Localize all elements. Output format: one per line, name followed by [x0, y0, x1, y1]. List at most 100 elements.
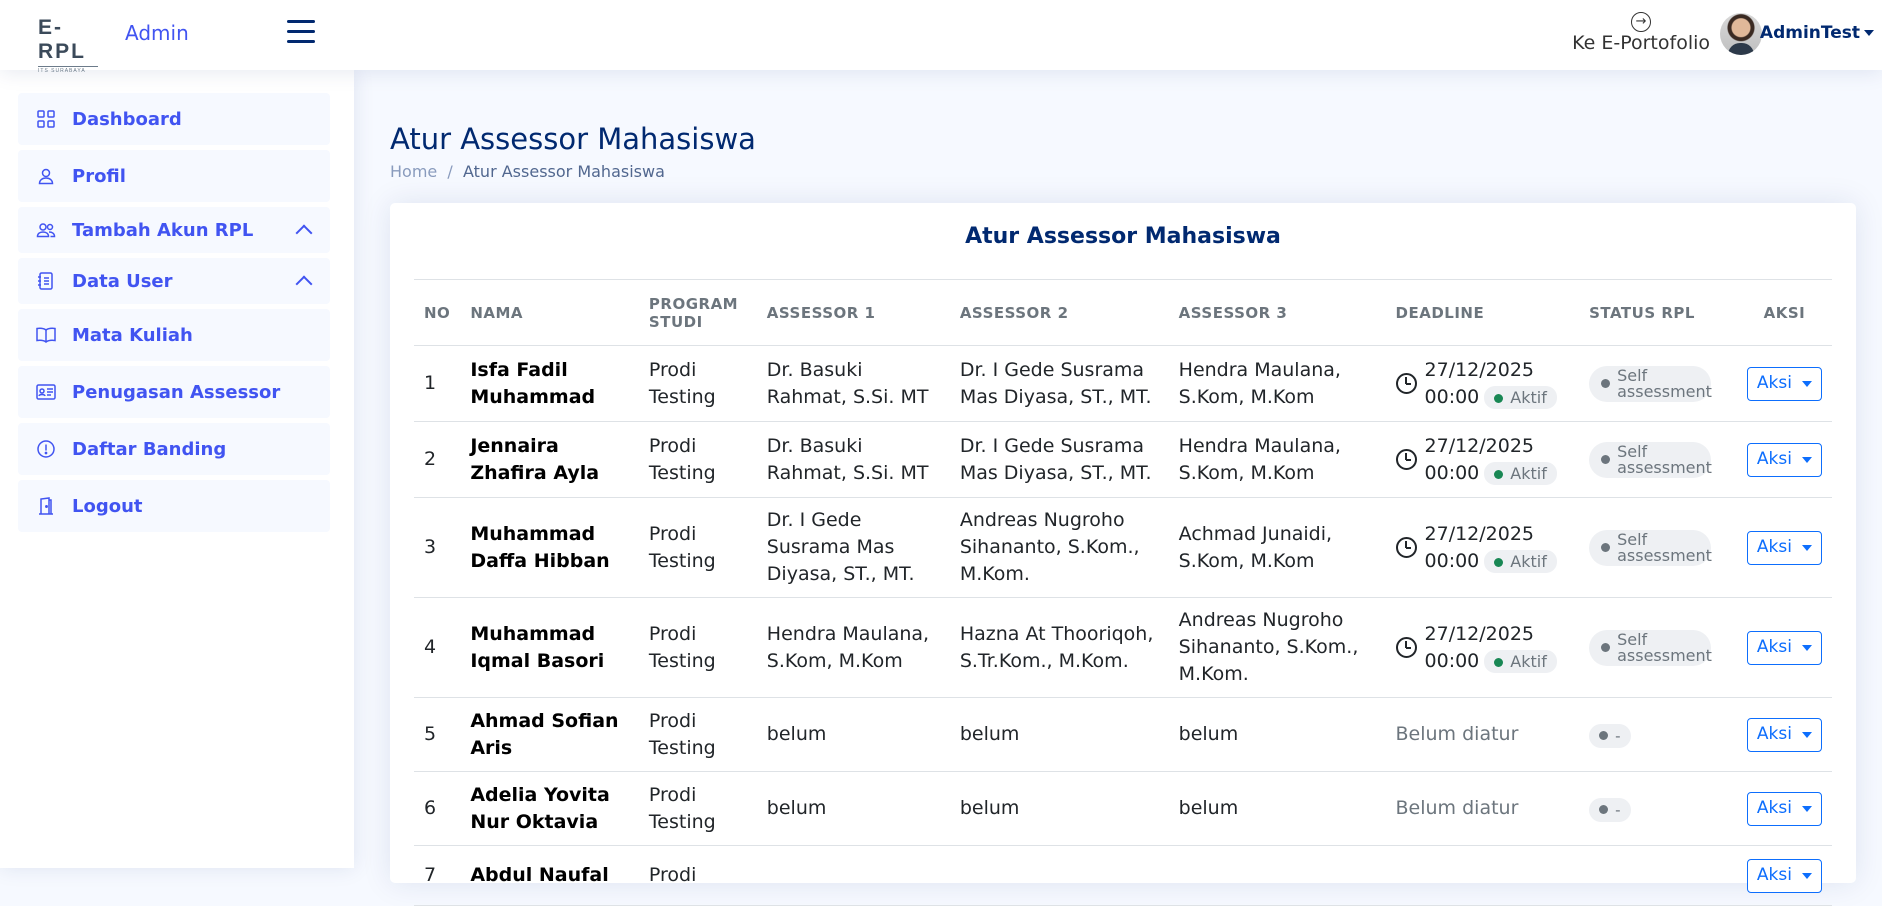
cell-assessor-1: Dr. I Gede Susrama Mas Diyasa, ST., MT. — [756, 497, 950, 598]
caret-down-icon — [1801, 731, 1812, 738]
sidebar-item-penugasan-assessor[interactable]: Penugasan Assessor — [18, 366, 330, 418]
aksi-label: Aksi — [1756, 637, 1792, 657]
logo-text: E-RPL — [38, 16, 86, 63]
cell-assessor-2: Dr. I Gede Susrama Mas Diyasa, ST., MT. — [949, 421, 1169, 498]
cell-status: Self assessment — [1579, 345, 1737, 422]
table-row: 1 Isfa Fadil Muhammad Prodi Testing Dr. Bas… — [414, 345, 1832, 422]
cell-prodi: Prodi Testing — [638, 421, 757, 498]
aksi-dropdown-button[interactable]: Aksi — [1746, 442, 1822, 477]
status-label: Self assessment — [1617, 529, 1712, 565]
status-badge: Self assessment — [1589, 365, 1712, 402]
deadline-time: 00:00 — [1424, 461, 1480, 484]
table-row: 5 Ahmad Sofian Aris Prodi Testing belum belu… — [414, 697, 1832, 772]
aksi-dropdown-button[interactable]: Aksi — [1746, 791, 1822, 826]
erpl-logo[interactable]: E-RPL ITS SURABAYA — [38, 16, 108, 74]
table-row: 6 Adelia Yovita Nur Oktavia Prodi Testing b… — [414, 771, 1832, 846]
sidebar-item-label: Data User — [72, 270, 173, 292]
sidebar-item-dashboard[interactable]: Dashboard — [18, 93, 330, 145]
deadline-status-badge: Aktif — [1484, 649, 1557, 673]
sidebar-item-label: Penugasan Assessor — [72, 381, 281, 403]
status-label: Self assessment — [1617, 441, 1712, 477]
status-badge: Self assessment — [1589, 529, 1712, 566]
deadline-status-label: Aktif — [1510, 387, 1547, 407]
sidebar-item-label: Mata Kuliah — [72, 324, 193, 346]
dot-icon — [1601, 379, 1611, 388]
aksi-dropdown-button[interactable]: Aksi — [1746, 717, 1822, 752]
door-icon — [36, 496, 56, 516]
cell-assessor-3: belum — [1168, 697, 1386, 772]
cell-prodi: Prodi Testing — [638, 497, 757, 598]
sidebar-item-mata-kuliah[interactable]: Mata Kuliah — [18, 309, 330, 361]
caret-down-icon — [1801, 456, 1812, 463]
deadline-date: 27/12/2025 — [1424, 622, 1535, 645]
card-icon — [36, 382, 56, 402]
sidebar-item-data-user[interactable]: Data User — [18, 258, 330, 304]
col-header-no: NO — [414, 279, 461, 346]
cell-assessor-1: Hendra Maulana, S.Kom, M.Kom — [756, 597, 950, 698]
cell-prodi: Prodi Testing — [638, 345, 757, 422]
cell-assessor-1: Dr. Basuki Rahmat, S.Si. MT — [756, 345, 950, 422]
dot-icon — [1599, 731, 1609, 740]
cell-assessor-2: Hazna At Thooriqoh, S.Tr.Kom., M.Kom. — [949, 597, 1169, 698]
cell-status — [1579, 845, 1737, 906]
aksi-dropdown-button[interactable]: Aksi — [1746, 366, 1822, 401]
deadline-status-badge: Aktif — [1484, 461, 1557, 485]
assessor-card: Atur Assessor Mahasiswa NO NAMA PROGRAM … — [390, 203, 1856, 906]
menu-toggle-icon[interactable] — [287, 20, 315, 46]
table-row: 7 Abdul Naufal Prodi Aksi — [414, 845, 1832, 906]
eportfolio-label: Ke E-Portofolio — [1572, 32, 1710, 54]
cell-status: Self assessment — [1579, 421, 1737, 498]
aksi-dropdown-button[interactable]: Aksi — [1746, 858, 1822, 893]
status-label: Self assessment — [1617, 365, 1712, 401]
cell-aksi: Aksi — [1736, 771, 1832, 846]
clock-icon — [1395, 449, 1417, 470]
sidebar-item-tambah-akun-rpl[interactable]: Tambah Akun RPL — [18, 207, 330, 253]
aksi-dropdown-button[interactable]: Aksi — [1746, 630, 1822, 665]
aksi-label: Aksi — [1756, 373, 1792, 393]
cell-assessor-2: belum — [949, 771, 1169, 846]
cell-status: Self assessment — [1579, 597, 1737, 698]
cell-aksi: Aksi — [1736, 697, 1832, 772]
eportfolio-link[interactable]: → Ke E-Portofolio — [1572, 8, 1710, 54]
cell-status: - — [1579, 697, 1737, 772]
cell-deadline: 27/12/2025 00:00 Aktif — [1385, 497, 1580, 598]
sidebar-item-daftar-banding[interactable]: Daftar Banding — [18, 423, 330, 475]
clock-icon — [1395, 637, 1417, 658]
cell-assessor-3: Achmad Junaidi, S.Kom, M.Kom — [1168, 497, 1386, 598]
cell-no: 6 — [414, 771, 461, 846]
cell-no: 4 — [414, 597, 461, 698]
cell-no: 2 — [414, 421, 461, 498]
deadline-status-label: Aktif — [1510, 463, 1547, 483]
cell-deadline: 27/12/2025 00:00 Aktif — [1385, 421, 1580, 498]
clock-icon — [1395, 537, 1417, 558]
sidebar-item-label: Tambah Akun RPL — [72, 219, 254, 241]
cell-status: Self assessment — [1579, 497, 1737, 598]
dot-icon — [1494, 557, 1504, 567]
sidebar-item-label: Dashboard — [72, 108, 182, 130]
status-badge: Self assessment — [1589, 441, 1712, 478]
cell-assessor-3: Hendra Maulana, S.Kom, M.Kom — [1168, 345, 1386, 422]
deadline-time: 00:00 — [1424, 385, 1480, 408]
breadcrumb-home[interactable]: Home — [390, 162, 437, 181]
cell-assessor-3: Andreas Nugroho Sihananto, S.Kom., M.Kom… — [1168, 597, 1386, 698]
deadline-date: 27/12/2025 — [1424, 522, 1535, 545]
sidebar-item-profil[interactable]: Profil — [18, 150, 330, 202]
book-icon — [36, 325, 56, 345]
col-header-assessor-3: ASSESSOR 3 — [1168, 279, 1386, 346]
breadcrumb-separator: / — [447, 162, 453, 181]
user-dropdown[interactable]: AdminTest — [1760, 23, 1874, 43]
dot-icon — [1599, 805, 1609, 814]
brand-label[interactable]: Admin — [125, 21, 189, 45]
dot-icon — [1601, 455, 1611, 464]
sidebar-item-logout[interactable]: Logout — [18, 480, 330, 532]
aksi-dropdown-button[interactable]: Aksi — [1746, 530, 1822, 565]
avatar[interactable] — [1720, 13, 1762, 55]
assessor-table: NO NAMA PROGRAM STUDI ASSESSOR 1 ASSESSO… — [414, 279, 1832, 906]
cell-assessor-3: Hendra Maulana, S.Kom, M.Kom — [1168, 421, 1386, 498]
deadline-date: 27/12/2025 — [1424, 358, 1535, 381]
dot-icon — [1601, 543, 1611, 552]
col-header-assessor-2: ASSESSOR 2 — [949, 279, 1169, 346]
sidebar-item-label: Daftar Banding — [72, 438, 227, 460]
cell-deadline — [1385, 845, 1580, 906]
cell-deadline: Belum diatur — [1385, 697, 1580, 772]
